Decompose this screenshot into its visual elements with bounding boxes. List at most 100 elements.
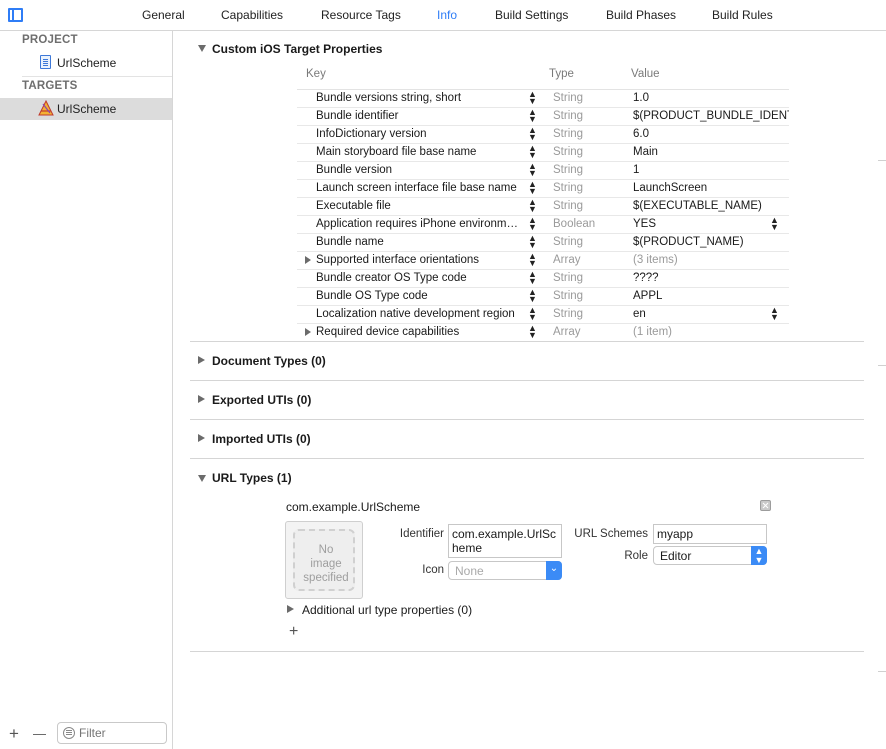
identifier-value-line: com.example.UrlSc (452, 527, 557, 541)
key-stepper-icon[interactable]: ▲ ▼ (528, 234, 537, 250)
tab-build-settings[interactable]: Build Settings (495, 8, 568, 22)
key-stepper-icon[interactable]: ▲ ▼ (528, 90, 537, 106)
tab-build-phases[interactable]: Build Phases (606, 8, 676, 22)
table-row[interactable]: InfoDictionary version ▲ ▼ String 6.0 (297, 126, 789, 144)
tab-capabilities[interactable]: Capabilities (221, 8, 283, 22)
image-well[interactable]: No image specified (285, 521, 363, 599)
row-key: Bundle version (316, 164, 393, 176)
disclosure-right-icon[interactable] (305, 328, 311, 336)
key-stepper-icon[interactable]: ▲ ▼ (528, 324, 537, 340)
row-type: String (553, 146, 584, 158)
sidebar-divider (22, 76, 172, 77)
table-row[interactable]: Bundle identifier ▲ ▼ String $(PRODUCT_BU… (297, 108, 789, 126)
imported-utis-section[interactable]: Imported UTIs (0) (190, 420, 864, 459)
table-row[interactable]: Launch screen interface file base name ▲… (297, 180, 789, 198)
role-popup[interactable]: Editor ▲ ▼ (653, 546, 767, 565)
table-row[interactable]: Bundle version ▲ ▼ String 1 (297, 162, 789, 180)
key-stepper-icon[interactable]: ▲ ▼ (528, 126, 537, 142)
tab-info[interactable]: Info (437, 8, 457, 22)
custom-properties-section: Custom iOS Target Properties Key Type Va… (190, 31, 864, 342)
key-stepper-icon[interactable]: ▲ ▼ (528, 270, 537, 286)
table-row[interactable]: Bundle versions string, short ▲ ▼ String … (297, 90, 789, 108)
table-row[interactable]: Application requires iPhone environm… ▲ ▼… (297, 216, 789, 234)
row-type: String (553, 236, 584, 248)
table-row[interactable]: Executable file ▲ ▼ String $(EXECUTABLE_N… (297, 198, 789, 216)
row-value[interactable]: 1 (633, 164, 789, 176)
value-stepper-icon[interactable]: ▲ ▼ (770, 216, 779, 232)
delete-url-type-icon[interactable] (760, 500, 771, 511)
row-value[interactable]: ???? (633, 272, 789, 284)
disclosure-right-icon[interactable] (198, 434, 205, 442)
sidebar-item-target[interactable]: UrlScheme (0, 98, 172, 120)
remove-target-button[interactable]: — (33, 725, 46, 743)
table-row[interactable]: Bundle creator OS Type code ▲ ▼ String ??… (297, 270, 789, 288)
disclosure-right-icon[interactable] (198, 356, 205, 364)
add-url-type-button[interactable]: + (289, 623, 298, 641)
additional-properties-label[interactable]: Additional url type properties (0) (302, 603, 472, 617)
add-target-button[interactable]: + (9, 725, 19, 743)
role-label: Role (624, 550, 648, 562)
row-value[interactable]: $(EXECUTABLE_NAME) (633, 200, 789, 212)
row-type: Array (553, 326, 581, 338)
key-stepper-icon[interactable]: ▲ ▼ (528, 144, 537, 160)
key-stepper-icon[interactable]: ▲ ▼ (528, 216, 537, 232)
disclosure-down-icon[interactable] (198, 475, 206, 482)
row-key: Bundle name (316, 236, 384, 248)
identifier-field[interactable]: com.example.UrlSc heme (448, 524, 562, 558)
row-type: String (553, 128, 584, 140)
scroll-tick (878, 671, 886, 672)
key-stepper-icon[interactable]: ▲ ▼ (528, 288, 537, 304)
row-value[interactable]: LaunchScreen (633, 182, 789, 194)
tab-general[interactable]: General (142, 8, 185, 22)
row-value[interactable]: 1.0 (633, 92, 789, 104)
key-stepper-icon[interactable]: ▲ ▼ (528, 108, 537, 124)
icon-popup-value: None (455, 564, 484, 578)
disclosure-down-icon[interactable] (198, 45, 206, 52)
placeholder-line: specified (303, 572, 349, 584)
disclosure-right-icon[interactable] (305, 256, 311, 264)
key-stepper-icon[interactable]: ▲ ▼ (528, 198, 537, 214)
column-header-type: Type (549, 68, 574, 80)
table-row[interactable]: Bundle name ▲ ▼ String $(PRODUCT_NAME) (297, 234, 789, 252)
row-value[interactable]: $(PRODUCT_BUNDLE_IDENTI (633, 110, 789, 122)
url-schemes-field[interactable]: myapp (653, 524, 767, 544)
row-type: Array (553, 254, 581, 266)
row-type: String (553, 200, 584, 212)
row-value[interactable]: YES (633, 218, 789, 230)
row-key: Supported interface orientations (316, 254, 480, 266)
sidebar-item-label: UrlScheme (57, 56, 117, 70)
value-stepper-icon[interactable]: ▲ ▼ (770, 306, 779, 322)
table-row[interactable]: Supported interface orientations ▲ ▼ Arra… (297, 252, 789, 270)
section-title: Exported UTIs (0) (212, 393, 312, 407)
disclosure-right-icon[interactable] (287, 605, 294, 613)
table-row[interactable]: Bundle OS Type code ▲ ▼ String APPL (297, 288, 789, 306)
row-value[interactable]: $(PRODUCT_NAME) (633, 236, 789, 248)
exported-utis-section[interactable]: Exported UTIs (0) (190, 381, 864, 420)
editor-tab-bar: General Capabilities Resource Tags Info … (0, 0, 886, 31)
table-row[interactable]: Localization native development region ▲… (297, 306, 789, 324)
row-value[interactable]: en (633, 308, 789, 320)
row-type: String (553, 164, 584, 176)
table-row[interactable]: Main storyboard file base name ▲ ▼ String… (297, 144, 789, 162)
key-stepper-icon[interactable]: ▲ ▼ (528, 180, 537, 196)
scroll-tick (878, 160, 886, 161)
document-types-section[interactable]: Document Types (0) (190, 342, 864, 381)
filter-input[interactable] (79, 725, 163, 741)
identifier-label: Identifier (399, 528, 444, 540)
tab-resource-tags[interactable]: Resource Tags (321, 8, 401, 22)
tab-build-rules[interactable]: Build Rules (712, 8, 773, 22)
key-stepper-icon[interactable]: ▲ ▼ (528, 306, 537, 322)
row-value[interactable]: Main (633, 146, 789, 158)
sidebar-filter[interactable] (57, 722, 167, 744)
sidebar-item-project[interactable]: UrlScheme (0, 52, 172, 74)
key-stepper-icon[interactable]: ▲ ▼ (528, 162, 537, 178)
disclosure-right-icon[interactable] (198, 395, 205, 403)
row-value[interactable]: 6.0 (633, 128, 789, 140)
sidebar-toggle-icon[interactable] (8, 8, 23, 22)
key-stepper-icon[interactable]: ▲ ▼ (528, 252, 537, 268)
table-row[interactable]: Required device capabilities ▲ ▼ Array (1… (297, 324, 789, 342)
icon-label: Icon (422, 564, 444, 576)
row-value[interactable]: APPL (633, 290, 789, 302)
project-header: PROJECT (22, 34, 78, 46)
icon-popup[interactable]: None ⌄ (448, 561, 562, 580)
